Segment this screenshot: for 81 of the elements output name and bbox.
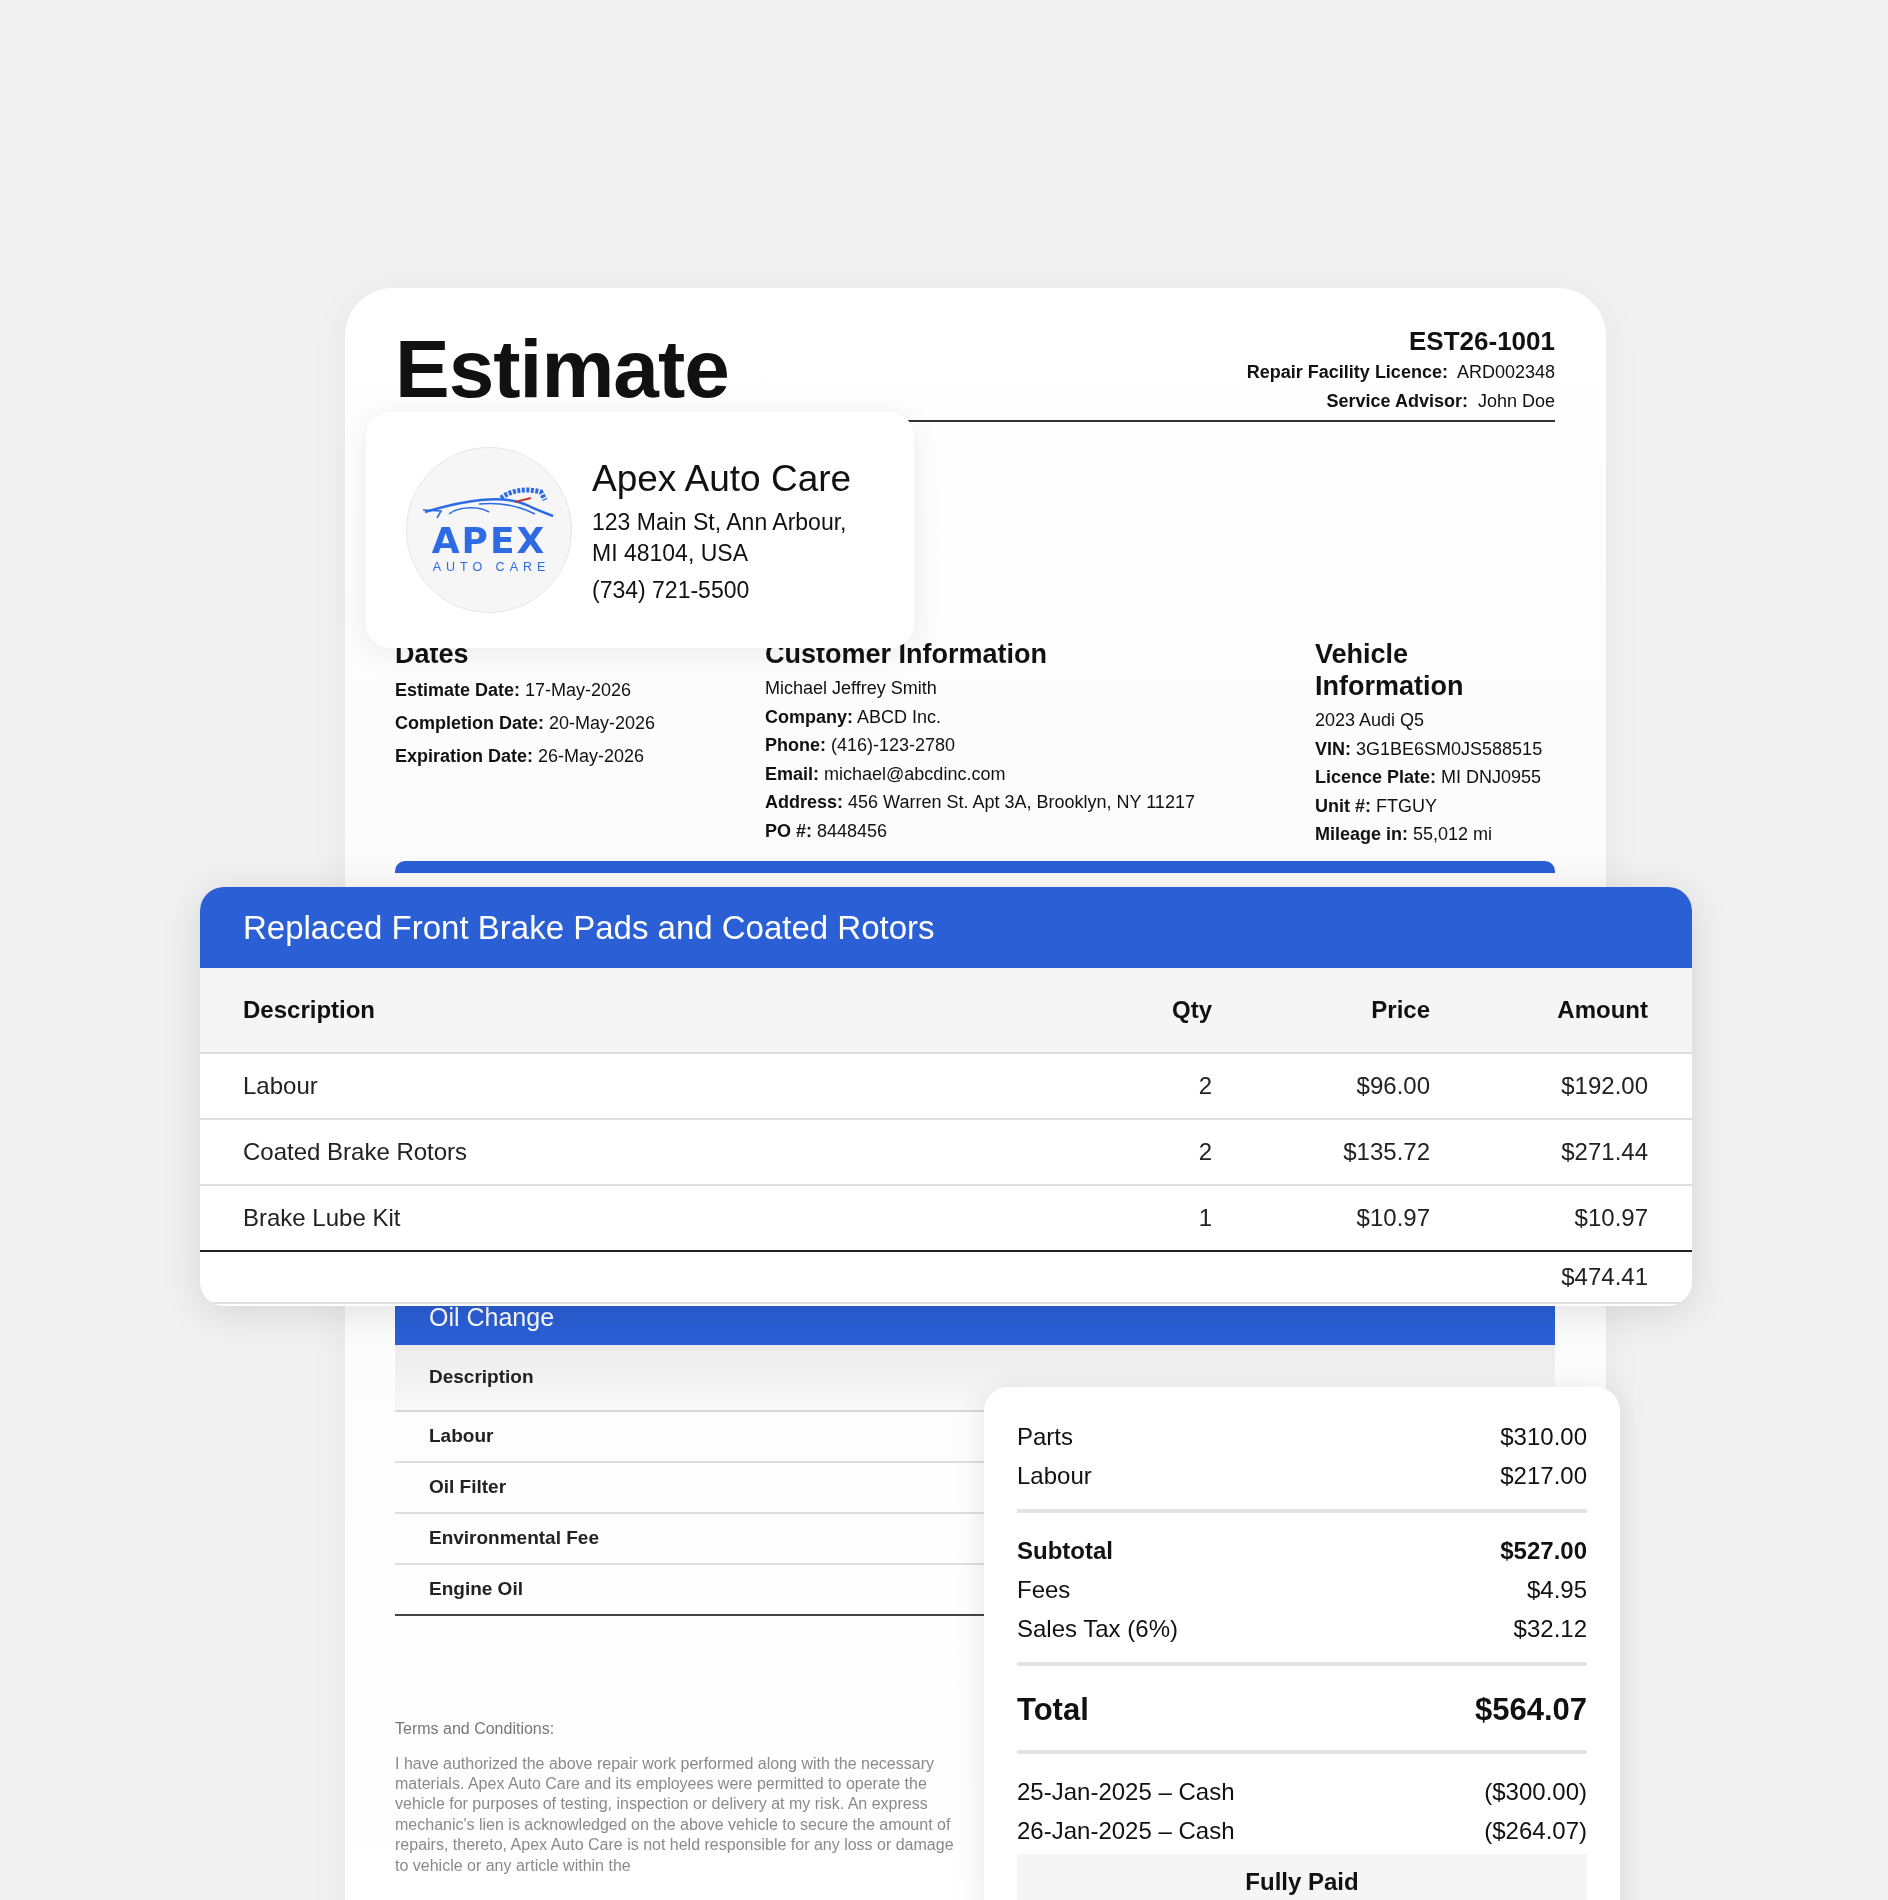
field-value: FTGUY	[1376, 795, 1437, 816]
table-cell: 1	[1198, 1204, 1212, 1232]
table-cell: Oil Filter	[429, 1476, 507, 1498]
table-cell-text: Brake Lube Kit	[243, 1204, 402, 1232]
table-cell: Engine Oil	[429, 1578, 523, 1600]
job-title: Replaced Front Brake Pads and Coated Rotors	[243, 908, 935, 947]
field-value: ARD002348	[1456, 362, 1555, 382]
table-cell: 2	[1198, 1138, 1212, 1166]
table-cell: $135.72	[1343, 1138, 1430, 1166]
summary-value: $4.95	[1526, 1575, 1587, 1605]
business-address: MI 48104, USA	[592, 538, 749, 568]
table-cell-text: Coated Brake Rotors	[243, 1138, 469, 1166]
summary-label: Subtotal	[1017, 1536, 1113, 1566]
business-address: 123 Main St, Ann Arbour,	[592, 507, 848, 537]
summary-label: Total	[1017, 1691, 1089, 1729]
field-label: VIN:	[1315, 738, 1351, 759]
summary-value: ($300.00)	[1484, 1777, 1587, 1807]
field-value: 2023 Audi Q5	[1315, 710, 1425, 730]
summary-label: 25-Jan-2025 – Cash	[1017, 1777, 1235, 1807]
table-cell-text: Labour	[243, 1072, 319, 1100]
field-label: Service Advisor:	[1326, 391, 1468, 411]
table-cell: $10.97	[1574, 1204, 1648, 1232]
field-label: Completion Date:	[395, 713, 544, 733]
estimate-number: EST26-1001	[1409, 325, 1555, 358]
summary-value: $527.00	[1500, 1536, 1587, 1566]
summary-label: Sales Tax (6%)	[1017, 1614, 1178, 1644]
section-heading: Vehicle Information	[1315, 638, 1465, 702]
field-value: ABCD Inc.	[857, 706, 942, 727]
field-value: michael@abcdinc.com	[824, 763, 1006, 784]
column-header: Price	[1371, 996, 1430, 1024]
field-value: MI DNJ0955	[1441, 767, 1542, 787]
table-cell: $96.00	[1356, 1072, 1430, 1100]
table-cell: $192.00	[1561, 1072, 1648, 1100]
business-phone: (734) 721-5500	[592, 575, 751, 605]
logo-tagline: AUTO CARE	[432, 559, 551, 576]
field-value: John Doe	[1477, 391, 1555, 411]
summary-label: Labour	[1017, 1461, 1092, 1491]
field-value: (416)-123-2780	[831, 735, 956, 755]
summary-label: Fees	[1017, 1575, 1071, 1605]
field-value: 20-May-2026	[549, 713, 656, 733]
job-total: $474.41	[1561, 1263, 1648, 1291]
column-header: Amount	[1557, 996, 1648, 1024]
field-value: Michael Jeffrey Smith	[765, 678, 937, 698]
field-label: PO #:	[765, 820, 812, 841]
field-label: Expiration Date:	[395, 746, 534, 766]
summary-value: $564.07	[1474, 1691, 1587, 1729]
field-label: Company:	[765, 706, 853, 727]
field-label: Email:	[765, 763, 820, 784]
field-label: Unit #:	[1315, 795, 1371, 816]
document-title: Estimate	[395, 324, 729, 414]
summary-value: ($264.07)	[1484, 1816, 1587, 1846]
table-cell: $10.97	[1356, 1204, 1430, 1232]
summary-value: $310.00	[1500, 1422, 1587, 1452]
field-value: 456 Warren St. Apt 3A, Brooklyn, NY 11217	[848, 792, 1195, 812]
business-name: Apex Auto Care	[592, 456, 852, 501]
column-header: Description	[243, 996, 377, 1024]
terms-heading: Terms and Conditions:	[395, 1719, 556, 1738]
field-label: Phone:	[765, 735, 826, 755]
table-cell: Environmental Fee	[429, 1527, 599, 1549]
terms-paragraph: I have authorized the above repair work performed along with the necessary materials. Apex Auto Care and its employees were permitted to operate the vehicle for purposes of testing, inspection or delivery at my risk. An express mechanic's lien is acknowledged on the above vehicle to secure the amount of repairs, thereto, Apex Auto Care is not held responsible for any loss or damage to vehicle or any article within the	[395, 1753, 955, 1876]
field-label: Estimate Date:	[395, 680, 521, 700]
field-label: Address:	[765, 792, 844, 812]
table-cell: Labour	[429, 1425, 494, 1447]
field-label: Mileage in:	[1315, 824, 1408, 844]
summary-value: $32.12	[1513, 1614, 1587, 1644]
field-value: 8448456	[817, 820, 888, 841]
field-value: 17-May-2026	[525, 680, 632, 700]
payment-status: Fully Paid	[1017, 1854, 1587, 1900]
field-value: 3G1BE6SM0JS588515	[1356, 738, 1543, 759]
summary-label: Parts	[1017, 1422, 1073, 1452]
field-value: 55,012 mi	[1413, 824, 1493, 844]
field-label: Licence Plate:	[1315, 767, 1437, 787]
field-value: 26-May-2026	[538, 746, 645, 766]
table-cell: $271.44	[1561, 1138, 1648, 1166]
logo-wordmark: APEX	[431, 524, 547, 558]
column-header: Description	[429, 1366, 534, 1388]
summary-label: 26-Jan-2025 – Cash	[1017, 1816, 1235, 1846]
column-header: Qty	[1172, 996, 1212, 1024]
field-label: Repair Facility Licence:	[1246, 362, 1448, 382]
table-cell: 2	[1198, 1072, 1212, 1100]
summary-value: $217.00	[1500, 1461, 1587, 1491]
